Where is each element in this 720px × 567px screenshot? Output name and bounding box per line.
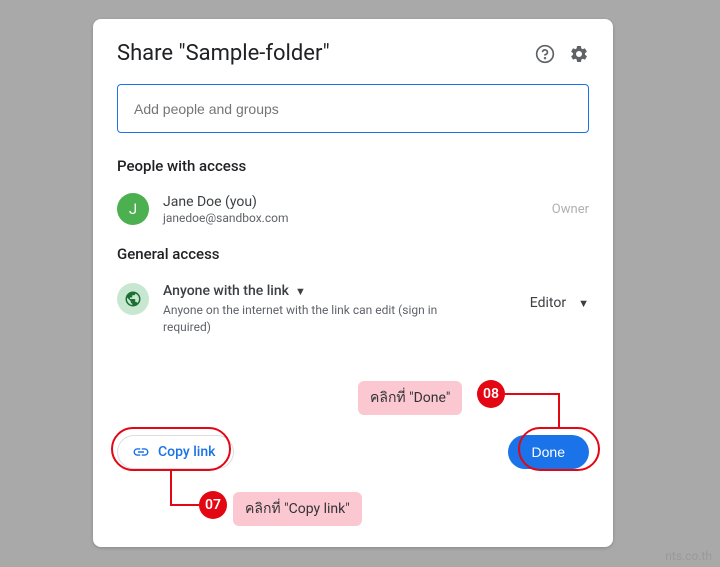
people-with-access-heading: People with access [117, 157, 589, 175]
watermark: nts.co.th [665, 549, 712, 563]
general-access-heading: General access [117, 245, 589, 263]
copy-link-button[interactable]: Copy link [117, 435, 234, 469]
access-scope-dropdown[interactable]: Anyone with the link ▼ [163, 283, 516, 299]
person-row: J Jane Doe (you) janedoe@sandbox.com Own… [117, 187, 589, 245]
general-access-row: Anyone with the link ▼ Anyone on the int… [117, 275, 589, 340]
done-button[interactable]: Done [508, 435, 589, 469]
dialog-footer: Copy link Done [117, 435, 589, 469]
header-actions [535, 44, 589, 64]
globe-icon [117, 283, 149, 315]
avatar: J [117, 193, 149, 225]
chevron-down-icon: ▼ [295, 285, 306, 298]
person-role: Owner [552, 202, 589, 217]
settings-icon[interactable] [569, 44, 589, 64]
dialog-title: Share "Sample-folder" [117, 41, 330, 66]
add-people-input-container[interactable] [117, 84, 589, 133]
access-scope-label: Anyone with the link [163, 283, 289, 299]
help-icon[interactable] [535, 44, 555, 64]
person-name: Jane Doe (you) [163, 194, 538, 210]
share-dialog: Share "Sample-folder" People with access… [93, 19, 613, 547]
person-email: janedoe@sandbox.com [163, 211, 538, 225]
person-info: Jane Doe (you) janedoe@sandbox.com [163, 194, 538, 225]
dialog-header: Share "Sample-folder" [117, 41, 589, 66]
chevron-down-icon: ▼ [578, 297, 589, 310]
role-dropdown[interactable]: Editor ▼ [530, 283, 589, 311]
link-icon [132, 443, 150, 461]
role-dropdown-label: Editor [530, 295, 566, 311]
access-description: Anyone on the internet with the link can… [163, 302, 443, 336]
add-people-input[interactable] [134, 101, 572, 117]
copy-link-label: Copy link [158, 444, 215, 460]
access-info: Anyone with the link ▼ Anyone on the int… [163, 283, 516, 336]
